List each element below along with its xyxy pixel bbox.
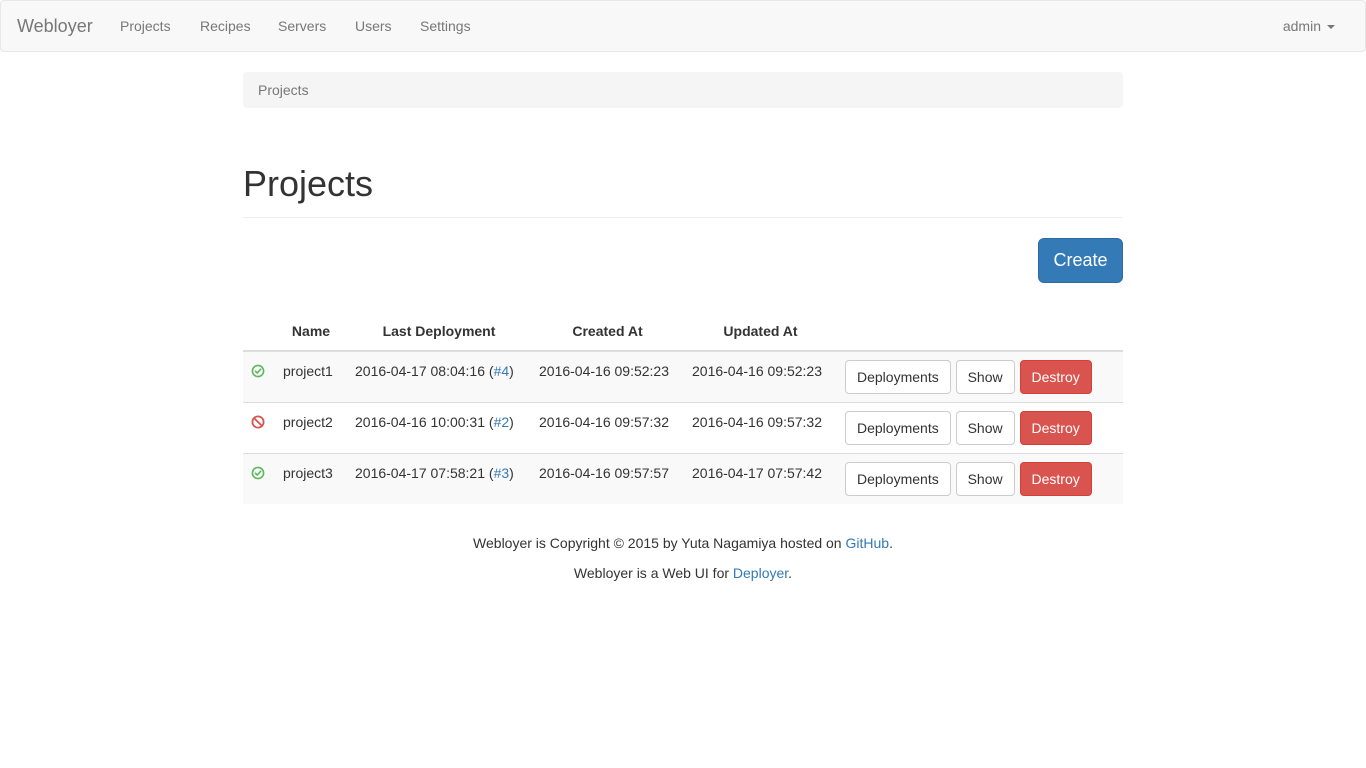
show-button[interactable]: Show [955,360,1015,394]
check-circle-icon [251,466,265,479]
header-last-deployment: Last Deployment [347,312,531,352]
header-updated-at: Updated At [684,312,837,352]
status-cell [243,401,275,453]
updated-at: 2016-04-16 09:52:23 [684,350,837,402]
footer-period: . [889,535,893,551]
table-row: project3 2016-04-17 07:58:21 (#3) 2016-0… [243,452,1123,504]
header-created-at: Created At [531,312,684,352]
deployments-button[interactable]: Deployments [845,410,951,445]
footer-copyright: Webloyer is Copyright © 2015 by Yuta Nag… [243,534,1123,552]
ban-circle-icon [251,415,265,428]
last-deployment-time: 2016-04-16 10:00:31 [355,413,485,430]
nav-projects[interactable]: Projects [120,1,171,51]
footer: Webloyer is Copyright © 2015 by Yuta Nag… [243,534,1123,582]
last-deployment-time: 2016-04-17 08:04:16 [355,363,485,379]
footer-copyright-text: Webloyer is Copyright © 2015 by Yuta Nag… [473,535,846,551]
destroy-button[interactable]: Destroy [1019,410,1092,445]
deployment-link[interactable]: #3 [494,465,510,481]
nav-recipes[interactable]: Recipes [200,1,251,51]
created-at: 2016-04-16 09:57:32 [531,401,684,453]
status-cell [243,350,275,402]
brand-link[interactable]: Webloyer [17,1,93,51]
project-name: project3 [275,452,347,504]
nav-servers[interactable]: Servers [278,1,326,51]
created-at: 2016-04-16 09:52:23 [531,350,684,402]
page-title: Projects [243,163,374,204]
updated-at: 2016-04-16 09:57:32 [684,401,837,453]
user-name: admin [1282,18,1321,34]
user-menu[interactable]: admin [1283,1,1335,51]
destroy-button[interactable]: Destroy [1019,461,1092,496]
actions-cell: Deployments Show Destroy [837,452,1123,504]
toolbar: Create [243,218,1123,284]
footer-about: Webloyer is a Web UI for Deployer. [243,564,1123,582]
project-name: project2 [275,401,347,453]
header-name: Name [275,312,347,352]
header-status [243,312,275,352]
github-link[interactable]: GitHub [846,535,890,551]
deployer-link[interactable]: Deployer [733,565,788,581]
created-at: 2016-04-16 09:57:57 [531,452,684,504]
header-actions [837,312,1123,352]
updated-at: 2016-04-17 07:57:42 [684,452,837,504]
deployment-link[interactable]: #4 [494,363,510,379]
deployment-link[interactable]: #2 [494,414,510,430]
page-header: Projects [243,164,1123,218]
table-header-row: Name Last Deployment Created At Updated … [243,312,1123,352]
destroy-button[interactable]: Destroy [1019,360,1092,394]
status-cell [243,452,275,504]
nav-users[interactable]: Users [355,1,392,51]
breadcrumb-item: Projects [258,82,309,98]
breadcrumb: Projects [243,72,1123,108]
project-name: project1 [275,350,347,402]
table-row: project1 2016-04-17 08:04:16 (#4) 2016-0… [243,350,1123,402]
navbar: Webloyer Projects Recipes Servers Users … [0,0,1366,52]
show-button[interactable]: Show [955,461,1015,496]
actions-cell: Deployments Show Destroy [837,350,1123,402]
last-deployment: 2016-04-17 07:58:21 (#3) [347,452,531,504]
deployments-button[interactable]: Deployments [845,360,951,394]
actions-cell: Deployments Show Destroy [837,401,1123,453]
main-container: Projects Projects Create Name Last Deplo… [243,72,1123,594]
check-circle-icon [251,364,265,378]
footer-period: . [788,565,793,581]
last-deployment-time: 2016-04-17 07:58:21 [355,464,485,481]
footer-about-text: Webloyer is a Web UI for [573,565,733,581]
last-deployment: 2016-04-17 08:04:16 (#4) [347,350,531,402]
caret-down-icon [1327,25,1335,30]
create-button[interactable]: Create [1038,238,1123,283]
last-deployment: 2016-04-16 10:00:31 (#2) [347,401,531,453]
nav-settings[interactable]: Settings [420,1,471,51]
show-button[interactable]: Show [955,410,1015,445]
deployments-button[interactable]: Deployments [845,461,951,496]
projects-table: Name Last Deployment Created At Updated … [243,312,1123,504]
table-row: project2 2016-04-16 10:00:31 (#2) 2016-0… [243,401,1123,453]
